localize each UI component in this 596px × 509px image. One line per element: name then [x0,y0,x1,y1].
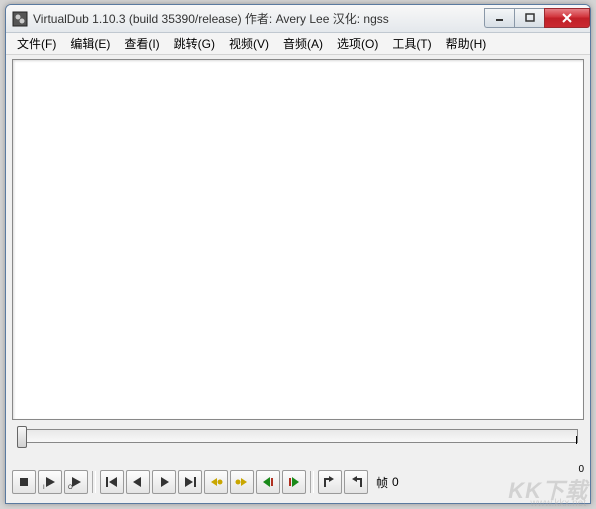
seek-end-tick [576,436,577,444]
menu-file[interactable]: 文件(F) [10,33,63,54]
key-prev-button[interactable] [204,470,228,494]
menu-audio[interactable]: 音频(A) [276,33,330,54]
svg-text:O: O [68,485,73,490]
toolbar-separator [92,471,96,493]
close-icon [561,12,573,24]
minimize-button[interactable] [484,8,514,28]
scene-prev-button[interactable] [256,470,280,494]
menu-video[interactable]: 视频(V) [222,33,276,54]
toolbar: I O [12,467,584,497]
go-end-button[interactable] [178,470,202,494]
frame-label-text: 帧 [376,474,388,491]
mark-in-icon [322,474,338,490]
maximize-icon [525,13,535,23]
play-output-button[interactable]: O [64,470,88,494]
menu-tools[interactable]: 工具(T) [385,33,438,54]
stop-button[interactable] [12,470,36,494]
play-output-icon: O [68,474,84,490]
menu-edit[interactable]: 编辑(E) [63,33,117,54]
seekbar-container: 0 [12,423,584,463]
toolbar-separator [310,471,314,493]
play-input-button[interactable]: I [38,470,62,494]
scene-prev-icon [260,474,276,490]
step-forward-button[interactable] [152,470,176,494]
mark-out-button[interactable] [344,470,368,494]
start-icon [104,474,120,490]
app-window: VirtualDub 1.10.3 (build 35390/release) … [5,4,591,504]
key-next-button[interactable] [230,470,254,494]
window-title: VirtualDub 1.10.3 (build 35390/release) … [33,10,484,27]
play-input-icon: I [42,474,58,490]
menu-options[interactable]: 选项(O) [330,33,385,54]
forward-icon [156,474,172,490]
key-prev-icon [208,474,224,490]
mark-in-button[interactable] [318,470,342,494]
window-controls [484,8,590,28]
step-back-button[interactable] [126,470,150,494]
minimize-icon [495,13,505,23]
scene-next-button[interactable] [282,470,306,494]
video-pane [12,59,584,420]
close-button[interactable] [544,8,590,28]
menu-view[interactable]: 查看(I) [117,33,166,54]
back-icon [130,474,146,490]
mark-out-icon [348,474,364,490]
go-start-button[interactable] [100,470,124,494]
frame-indicator: 帧 0 [376,474,399,491]
end-icon [182,474,198,490]
svg-text:I: I [43,485,45,490]
seek-end-label: 0 [578,464,584,475]
seek-handle[interactable] [17,426,27,448]
key-next-icon [234,474,250,490]
menu-help[interactable]: 帮助(H) [439,33,494,54]
app-icon [12,11,28,27]
titlebar: VirtualDub 1.10.3 (build 35390/release) … [6,5,590,33]
frame-value: 0 [392,475,399,489]
stop-icon [16,474,32,490]
scene-next-icon [286,474,302,490]
menubar: 文件(F) 编辑(E) 查看(I) 跳转(G) 视频(V) 音频(A) 选项(O… [6,33,590,55]
menu-go[interactable]: 跳转(G) [167,33,222,54]
seek-track[interactable] [18,429,578,443]
maximize-button[interactable] [514,8,544,28]
